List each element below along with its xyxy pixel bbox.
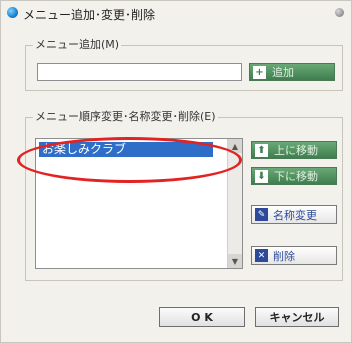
arrow-up-icon: ⬆: [255, 143, 268, 157]
delete-button[interactable]: ✕ 削除: [251, 246, 337, 265]
move-down-label: 下に移動: [274, 170, 318, 183]
move-up-button[interactable]: ⬆ 上に移動: [251, 141, 337, 159]
menu-edit-label: メニュー順序変更･名称変更･削除(E): [33, 110, 218, 124]
add-button-label: 追加: [272, 66, 294, 79]
window-title: メニュー追加･変更･削除: [23, 8, 156, 22]
ok-button[interactable]: O K: [159, 307, 245, 327]
menu-list[interactable]: お楽しみクラブ ▲ ▼: [35, 138, 243, 269]
title-bar: メニュー追加･変更･削除: [1, 1, 351, 25]
list-scrollbar[interactable]: ▲ ▼: [227, 139, 242, 268]
menu-add-label: メニュー追加(M): [33, 38, 122, 52]
menu-name-input[interactable]: [37, 63, 242, 81]
delete-x-icon: ✕: [255, 249, 268, 262]
list-item[interactable]: お楽しみクラブ: [39, 142, 213, 157]
cancel-button[interactable]: キャンセル: [255, 307, 339, 327]
close-icon[interactable]: [335, 8, 344, 17]
move-down-button[interactable]: ⬇ 下に移動: [251, 167, 337, 185]
move-up-label: 上に移動: [274, 144, 318, 157]
add-button[interactable]: + 追加: [249, 63, 335, 81]
scroll-up-icon[interactable]: ▲: [228, 139, 242, 153]
rename-icon: ✎: [255, 208, 268, 221]
rename-label: 名称変更: [273, 208, 317, 222]
arrow-down-icon: ⬇: [255, 169, 268, 183]
scroll-down-icon[interactable]: ▼: [228, 254, 242, 268]
plus-icon: +: [253, 65, 266, 79]
delete-label: 削除: [273, 249, 295, 263]
app-dot-icon: [7, 7, 18, 18]
menu-edit-dialog: メニュー追加･変更･削除 メニュー追加(M) + 追加 メニュー順序変更･名称変…: [0, 0, 352, 343]
rename-button[interactable]: ✎ 名称変更: [251, 205, 337, 224]
